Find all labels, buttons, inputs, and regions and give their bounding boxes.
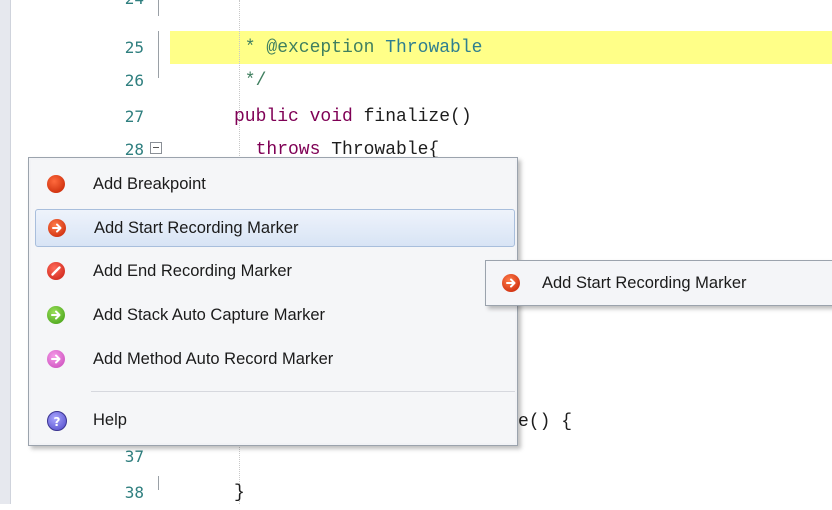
menu-item-label: Add Start Recording Marker: [94, 219, 299, 237]
menu-item-add-method-auto-record-marker[interactable]: Add Method Auto Record Marker: [35, 341, 513, 377]
line-number: 25: [124, 38, 144, 57]
line-number: 26: [124, 71, 144, 90]
menu-item-label: Add Method Auto Record Marker: [93, 350, 334, 368]
breakpoint-icon: [47, 175, 65, 193]
line-number: 24: [96, 0, 144, 16]
code-line[interactable]: 38 }: [0, 476, 832, 510]
menu-item-add-end-recording-marker[interactable]: Add End Recording Marker: [35, 253, 513, 289]
menu-item-label: Add Stack Auto Capture Marker: [93, 306, 326, 324]
fold-line: [158, 0, 159, 16]
svg-text:?: ?: [54, 415, 61, 429]
code-text: public void finalize(): [234, 107, 472, 127]
code-line[interactable]: 25 * @exception Throwable: [0, 31, 832, 65]
method-record-icon: [47, 350, 65, 368]
code-line[interactable]: 26 */: [0, 64, 832, 98]
context-menu: Add Breakpoint Add Start Recording Marke…: [28, 157, 518, 446]
menu-item-label: Add End Recording Marker: [93, 262, 293, 280]
code-text: }: [234, 483, 245, 503]
fold-collapse-icon[interactable]: [150, 142, 162, 154]
code-line[interactable]: 24 *: [0, 0, 832, 16]
code-text: */: [234, 71, 267, 91]
line-number: 38: [124, 483, 144, 502]
start-recording-icon: [48, 219, 66, 237]
context-menu-body: Add Breakpoint Add Start Recording Marke…: [31, 160, 515, 443]
fold-line: [158, 476, 159, 490]
start-recording-icon: [502, 274, 520, 292]
menu-item-add-breakpoint[interactable]: Add Breakpoint: [35, 166, 513, 202]
code-line[interactable]: 27 public void finalize(): [0, 100, 832, 134]
tooltip: Add Start Recording Marker: [485, 260, 832, 306]
end-recording-icon: [47, 262, 65, 280]
code-text: *: [234, 0, 256, 16]
tooltip-label: Add Start Recording Marker: [542, 274, 747, 292]
code-text: e() {: [518, 412, 573, 432]
fold-line: [158, 31, 159, 65]
menu-item-label: Add Breakpoint: [93, 175, 206, 193]
help-icon: ?: [47, 411, 67, 431]
code-text: * @exception Throwable: [234, 38, 483, 58]
menu-item-label: Help: [93, 411, 127, 429]
stack-capture-icon: [47, 306, 65, 324]
fold-line: [158, 64, 159, 78]
line-number: 27: [124, 107, 144, 126]
menu-item-add-stack-auto-capture-marker[interactable]: Add Stack Auto Capture Marker: [35, 297, 513, 333]
menu-item-help[interactable]: ? Help: [35, 402, 513, 438]
menu-separator: [91, 391, 515, 392]
menu-item-add-start-recording-marker[interactable]: Add Start Recording Marker: [35, 209, 515, 247]
